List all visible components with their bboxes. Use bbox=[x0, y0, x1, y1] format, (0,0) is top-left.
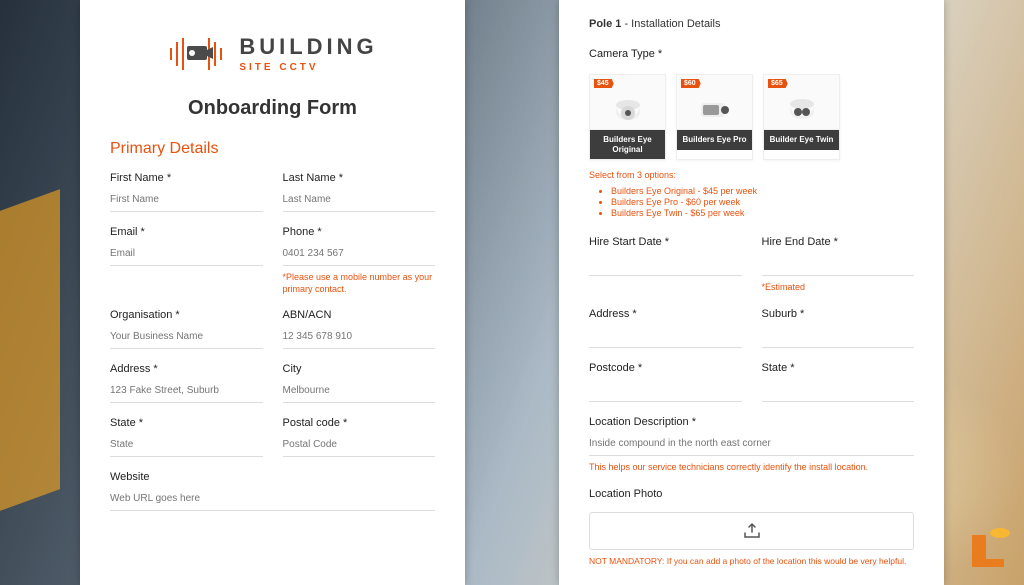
last-name-label: Last Name * bbox=[283, 172, 436, 184]
brand-header: BUILDING SITE CCTV bbox=[110, 30, 435, 79]
city-label: City bbox=[283, 363, 436, 375]
organisation-label: Organisation * bbox=[110, 309, 263, 321]
last-name-input[interactable] bbox=[283, 190, 436, 212]
address-label: Address * bbox=[110, 363, 263, 375]
price-list-item: Builders Eye Pro - $60 per week bbox=[611, 197, 914, 207]
brand-name: BUILDING bbox=[239, 34, 377, 60]
camera-name: Builders Eye Pro bbox=[677, 130, 752, 150]
phone-helper: *Please use a mobile number as your prim… bbox=[283, 272, 436, 295]
install-address-input[interactable] bbox=[589, 326, 742, 348]
postcode-input[interactable] bbox=[589, 380, 742, 402]
camera-card-original[interactable]: $45 Builders Eye Original bbox=[589, 74, 666, 160]
camera-icon bbox=[697, 95, 733, 123]
price-list: Builders Eye Original - $45 per week Bui… bbox=[611, 186, 914, 218]
first-name-label: First Name * bbox=[110, 172, 263, 184]
price-tag: $45 bbox=[594, 79, 614, 88]
camera-icon bbox=[784, 95, 820, 123]
upload-box[interactable] bbox=[589, 512, 914, 550]
state-input[interactable] bbox=[110, 435, 263, 457]
location-description-input[interactable] bbox=[589, 434, 914, 456]
upload-icon bbox=[743, 523, 761, 539]
install-address-label: Address * bbox=[589, 308, 742, 320]
camera-image-twin: $65 bbox=[764, 75, 839, 130]
website-input[interactable] bbox=[110, 489, 435, 511]
location-description-helper: This helps our service technicians corre… bbox=[589, 462, 914, 474]
camera-card-row: $45 Builders Eye Original $60 Builde bbox=[589, 74, 914, 160]
installation-details-panel: Pole 1 - Installation Details Camera Typ… bbox=[559, 0, 944, 585]
corner-logo bbox=[964, 527, 1012, 575]
hire-start-input[interactable] bbox=[589, 254, 742, 276]
pole-header: Pole 1 - Installation Details bbox=[589, 18, 914, 30]
section-primary-details: Primary Details bbox=[110, 140, 435, 158]
camera-type-label: Camera Type * bbox=[589, 48, 914, 60]
email-label: Email * bbox=[110, 226, 263, 238]
hire-end-helper: *Estimated bbox=[762, 282, 915, 294]
camera-name: Builders Eye Original bbox=[590, 130, 665, 159]
location-photo-label: Location Photo bbox=[589, 488, 914, 500]
camera-icon bbox=[610, 95, 646, 123]
install-state-label: State * bbox=[762, 362, 915, 374]
phone-input[interactable] bbox=[283, 244, 436, 266]
state-label: State * bbox=[110, 417, 263, 429]
city-input[interactable] bbox=[283, 381, 436, 403]
postal-label: Postal code * bbox=[283, 417, 436, 429]
not-mandatory-note: NOT MANDATORY: If you can add a photo of… bbox=[589, 556, 914, 566]
location-description-label: Location Description * bbox=[589, 416, 914, 428]
select-note: Select from 3 options: bbox=[589, 170, 914, 180]
camera-name: Builder Eye Twin bbox=[764, 130, 839, 150]
price-tag: $60 bbox=[681, 79, 701, 88]
address-input[interactable] bbox=[110, 381, 263, 403]
organisation-input[interactable] bbox=[110, 327, 263, 349]
camera-image-original: $45 bbox=[590, 75, 665, 130]
brand-subtitle: SITE CCTV bbox=[239, 62, 377, 73]
postal-input[interactable] bbox=[283, 435, 436, 457]
install-state-input[interactable] bbox=[762, 380, 915, 402]
phone-label: Phone * bbox=[283, 226, 436, 238]
page-title: Onboarding Form bbox=[110, 97, 435, 120]
postcode-label: Postcode * bbox=[589, 362, 742, 374]
abn-label: ABN/ACN bbox=[283, 309, 436, 321]
camera-card-twin[interactable]: $65 Builder Eye Twin bbox=[763, 74, 840, 160]
email-input[interactable] bbox=[110, 244, 263, 266]
camera-card-pro[interactable]: $60 Builders Eye Pro bbox=[676, 74, 753, 160]
price-list-item: Builders Eye Original - $45 per week bbox=[611, 186, 914, 196]
hire-start-label: Hire Start Date * bbox=[589, 236, 742, 248]
camera-image-pro: $60 bbox=[677, 75, 752, 130]
website-label: Website bbox=[110, 471, 435, 483]
suburb-input[interactable] bbox=[762, 326, 915, 348]
hire-end-label: Hire End Date * bbox=[762, 236, 915, 248]
hire-end-input[interactable] bbox=[762, 254, 915, 276]
onboarding-form-panel: BUILDING SITE CCTV Onboarding Form Prima… bbox=[80, 0, 465, 585]
first-name-input[interactable] bbox=[110, 190, 263, 212]
abn-input[interactable] bbox=[283, 327, 436, 349]
price-list-item: Builders Eye Twin - $65 per week bbox=[611, 208, 914, 218]
brand-logo-icon bbox=[167, 30, 225, 76]
price-tag: $65 bbox=[768, 79, 788, 88]
suburb-label: Suburb * bbox=[762, 308, 915, 320]
